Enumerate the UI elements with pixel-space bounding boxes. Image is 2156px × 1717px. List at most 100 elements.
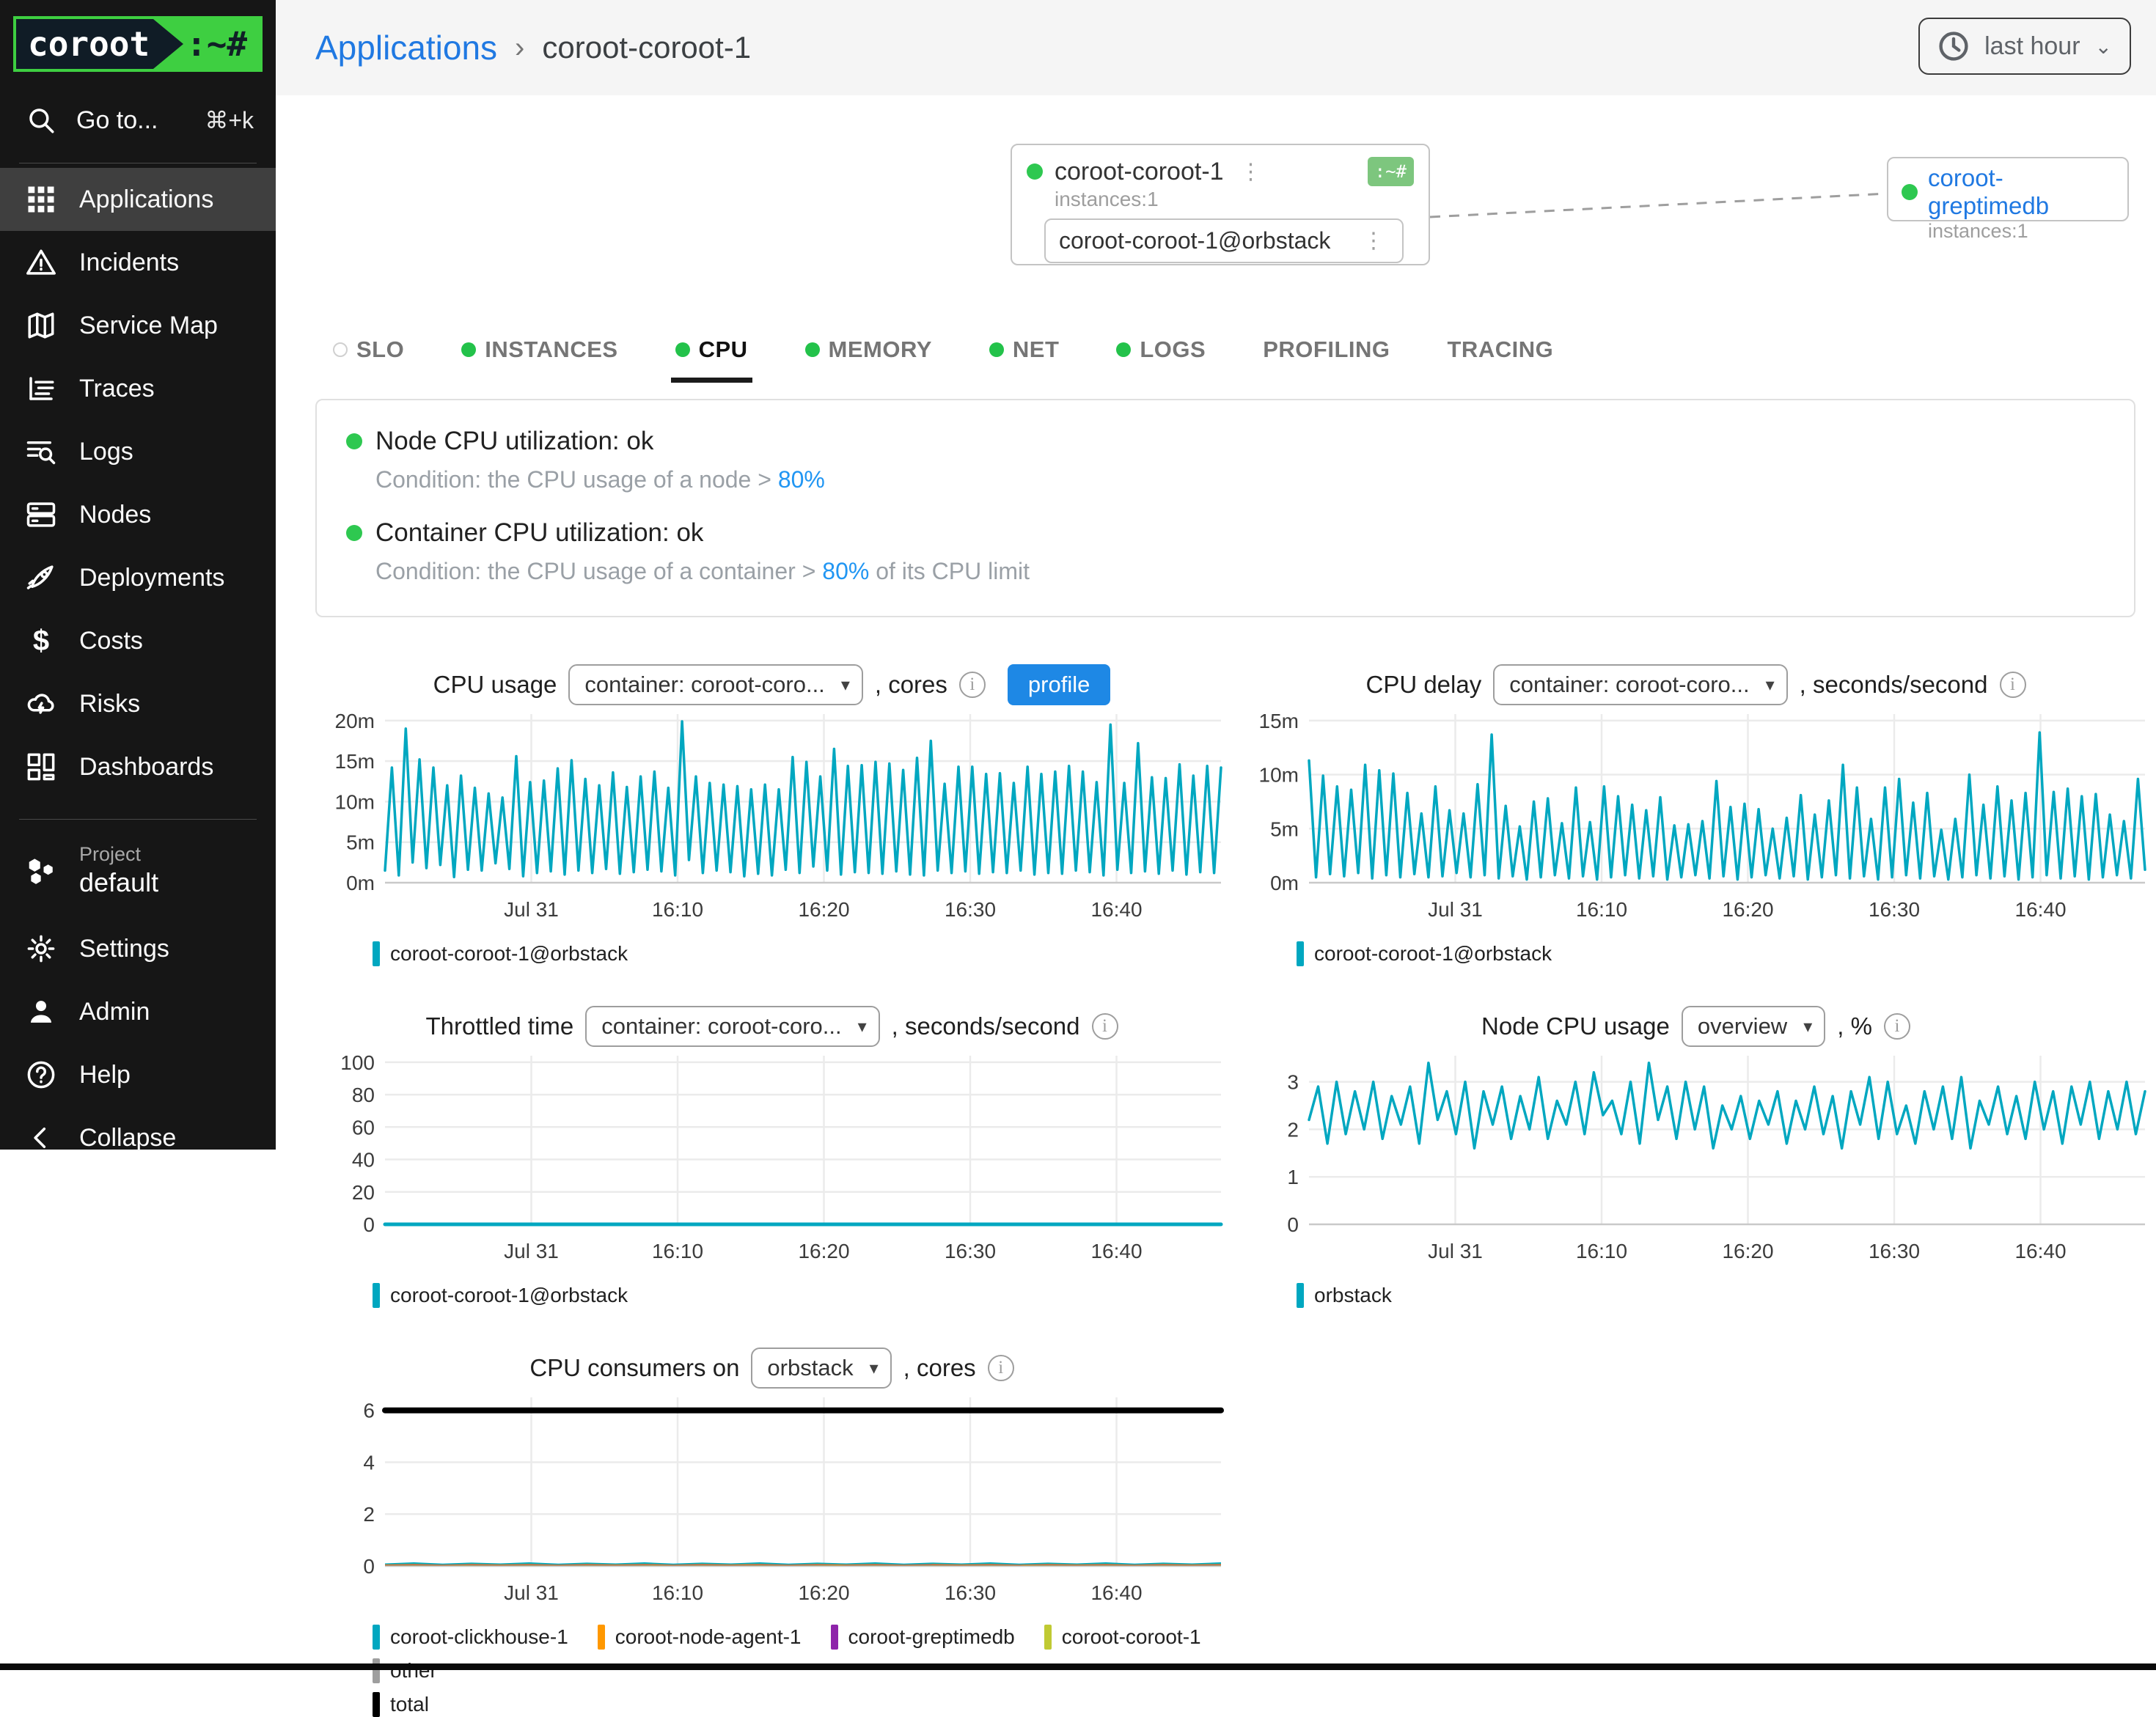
svg-text:16:10: 16:10	[652, 1240, 703, 1262]
tab-profiling[interactable]: PROFILING	[1263, 321, 1390, 378]
instance-chip[interactable]: coroot-coroot-1@orbstack ⋮	[1044, 218, 1404, 263]
chart-title-text: Throttled time	[425, 1012, 573, 1040]
container-select[interactable]: container: coroot-coro...▾	[585, 1006, 879, 1047]
legend-item[interactable]: other	[373, 1658, 437, 1683]
tab-label: CPU	[699, 337, 748, 363]
legend-item[interactable]: coroot-coroot-1@orbstack	[373, 1283, 628, 1308]
chart-title-text: CPU usage	[433, 671, 557, 699]
kebab-menu-icon[interactable]: ⋮	[1358, 228, 1389, 254]
svg-text:15m: 15m	[1259, 710, 1299, 732]
clock-icon	[1937, 30, 1970, 62]
sidebar-item-deployments[interactable]: Deployments	[0, 546, 276, 609]
sidebar-item-service-map[interactable]: Service Map	[0, 294, 276, 357]
select-value: container: coroot-coro...	[1509, 672, 1749, 698]
check-condition: Condition: the CPU usage of a node >	[375, 466, 778, 493]
sidebar-item-nodes[interactable]: Nodes	[0, 483, 276, 546]
tab-slo[interactable]: SLO	[333, 321, 404, 378]
chevron-down-icon: ▾	[1766, 674, 1775, 696]
sidebar-item-label: Service Map	[79, 312, 218, 340]
map-icon	[25, 309, 57, 342]
traces-icon	[25, 372, 57, 405]
project-selector[interactable]: Project default	[0, 824, 276, 917]
legend-item[interactable]: coroot-coroot-1	[1044, 1625, 1201, 1650]
profile-button[interactable]: profile	[1008, 664, 1110, 705]
dependency-name-link[interactable]: coroot-greptimedb	[1928, 164, 2114, 220]
info-icon[interactable]: i	[1884, 1013, 1910, 1040]
legend-color-marker	[373, 1692, 380, 1717]
coroot-logo[interactable]: coroot :~#	[13, 16, 263, 72]
sidebar-item-traces[interactable]: Traces	[0, 357, 276, 420]
legend-color-marker	[373, 1658, 380, 1683]
tab-instances[interactable]: INSTANCES	[461, 321, 617, 378]
sidebar-item-risks[interactable]: Risks	[0, 672, 276, 735]
legend-item[interactable]: coroot-greptimedb	[831, 1625, 1015, 1650]
status-dot-green	[346, 433, 362, 449]
cpu-delay-chart[interactable]: 0m5m10m15mJul 3116:1016:2016:3016:40	[1239, 708, 2152, 930]
sidebar-collapse-button[interactable]: Collapse	[0, 1106, 276, 1169]
sidebar-item-admin[interactable]: Admin	[0, 980, 276, 1043]
chart-title-suffix: , %	[1837, 1012, 1872, 1040]
time-range-picker[interactable]: last hour ⌄	[1918, 18, 2131, 75]
sidebar-item-help[interactable]: Help	[0, 1043, 276, 1106]
svg-text:16:30: 16:30	[945, 898, 996, 921]
legend-item[interactable]: orbstack	[1297, 1283, 1392, 1308]
svg-text:2: 2	[363, 1503, 375, 1526]
sidebar-item-label: Logs	[79, 438, 133, 466]
tab-cpu[interactable]: CPU	[675, 321, 748, 378]
instances-count-label: instances:1	[1055, 188, 1414, 211]
dependency-card[interactable]: coroot-greptimedb instances:1	[1887, 157, 2129, 221]
node-cpu-usage-chart[interactable]: 0123Jul 3116:1016:2016:3016:40	[1239, 1050, 2152, 1271]
sidebar-item-settings[interactable]: Settings	[0, 917, 276, 980]
info-icon[interactable]: i	[988, 1355, 1014, 1381]
sidebar-item-applications[interactable]: Applications	[0, 168, 276, 231]
info-icon[interactable]: i	[1092, 1013, 1118, 1040]
check-threshold-link[interactable]: 80%	[778, 466, 825, 493]
kebab-menu-icon[interactable]: ⋮	[1236, 159, 1266, 185]
info-icon[interactable]: i	[959, 672, 986, 698]
sidebar-item-label: Traces	[79, 375, 155, 403]
sidebar-item-label: Costs	[79, 627, 143, 655]
container-select[interactable]: container: coroot-coro...▾	[568, 664, 862, 705]
sidebar-item-dashboards[interactable]: Dashboards	[0, 735, 276, 798]
status-dot-green	[805, 342, 820, 357]
application-card[interactable]: coroot-coroot-1 ⋮ :~# instances:1 coroot…	[1011, 144, 1430, 265]
tab-tracing[interactable]: TRACING	[1448, 321, 1554, 378]
legend-color-marker	[1297, 1283, 1304, 1308]
svg-text:20m: 20m	[335, 710, 375, 732]
tab-logs[interactable]: LOGS	[1116, 321, 1206, 378]
legend-item[interactable]: coroot-coroot-1@orbstack	[373, 941, 628, 966]
legend-color-marker	[373, 941, 380, 966]
check-threshold-link[interactable]: 80%	[822, 558, 869, 584]
tab-memory[interactable]: MEMORY	[805, 321, 932, 378]
svg-text:16:10: 16:10	[1576, 1240, 1627, 1262]
chart-throttled-time: Throttled time container: coroot-coro...…	[315, 1003, 1228, 1308]
cpu-usage-chart[interactable]: 0m5m10m15m20mJul 3116:1016:2016:3016:40	[315, 708, 1228, 930]
sidebar-item-label: Deployments	[79, 564, 224, 592]
tab-net[interactable]: NET	[989, 321, 1060, 378]
sidebar-item-label: Help	[79, 1061, 131, 1089]
cpu-consumers-chart[interactable]: 0246Jul 3116:1016:2016:3016:40	[315, 1391, 1228, 1613]
legend-item[interactable]: coroot-node-agent-1	[598, 1625, 802, 1650]
node-select[interactable]: orbstack▾	[751, 1348, 891, 1389]
view-select[interactable]: overview▾	[1682, 1006, 1825, 1047]
legend-item[interactable]: total	[373, 1692, 1228, 1717]
throttled-time-chart[interactable]: 020406080100Jul 3116:1016:2016:3016:40	[315, 1050, 1228, 1271]
info-icon[interactable]: i	[2000, 672, 2026, 698]
sidebar-item-label: Settings	[79, 935, 169, 963]
help-circle-icon	[25, 1059, 57, 1091]
legend-item[interactable]: coroot-clickhouse-1	[373, 1625, 568, 1650]
sidebar-item-incidents[interactable]: Incidents	[0, 231, 276, 294]
legend-item[interactable]: coroot-coroot-1@orbstack	[1297, 941, 1552, 966]
chart-legend: orbstack	[1239, 1271, 2152, 1308]
status-dot-green	[461, 342, 476, 357]
sidebar-item-logs[interactable]: Logs	[0, 420, 276, 483]
goto-label: Go to...	[76, 106, 158, 135]
sidebar-item-costs[interactable]: $ Costs	[0, 609, 276, 672]
dependency-edge	[1430, 183, 1887, 242]
svg-text:16:20: 16:20	[798, 898, 849, 921]
chevron-down-icon: ▾	[1803, 1016, 1812, 1037]
breadcrumb-applications-link[interactable]: Applications	[315, 28, 497, 67]
svg-text:16:30: 16:30	[1869, 1240, 1920, 1262]
container-select[interactable]: container: coroot-coro... ▾	[1493, 664, 1787, 705]
goto-search[interactable]: Go to... ⌘+k	[0, 79, 276, 158]
